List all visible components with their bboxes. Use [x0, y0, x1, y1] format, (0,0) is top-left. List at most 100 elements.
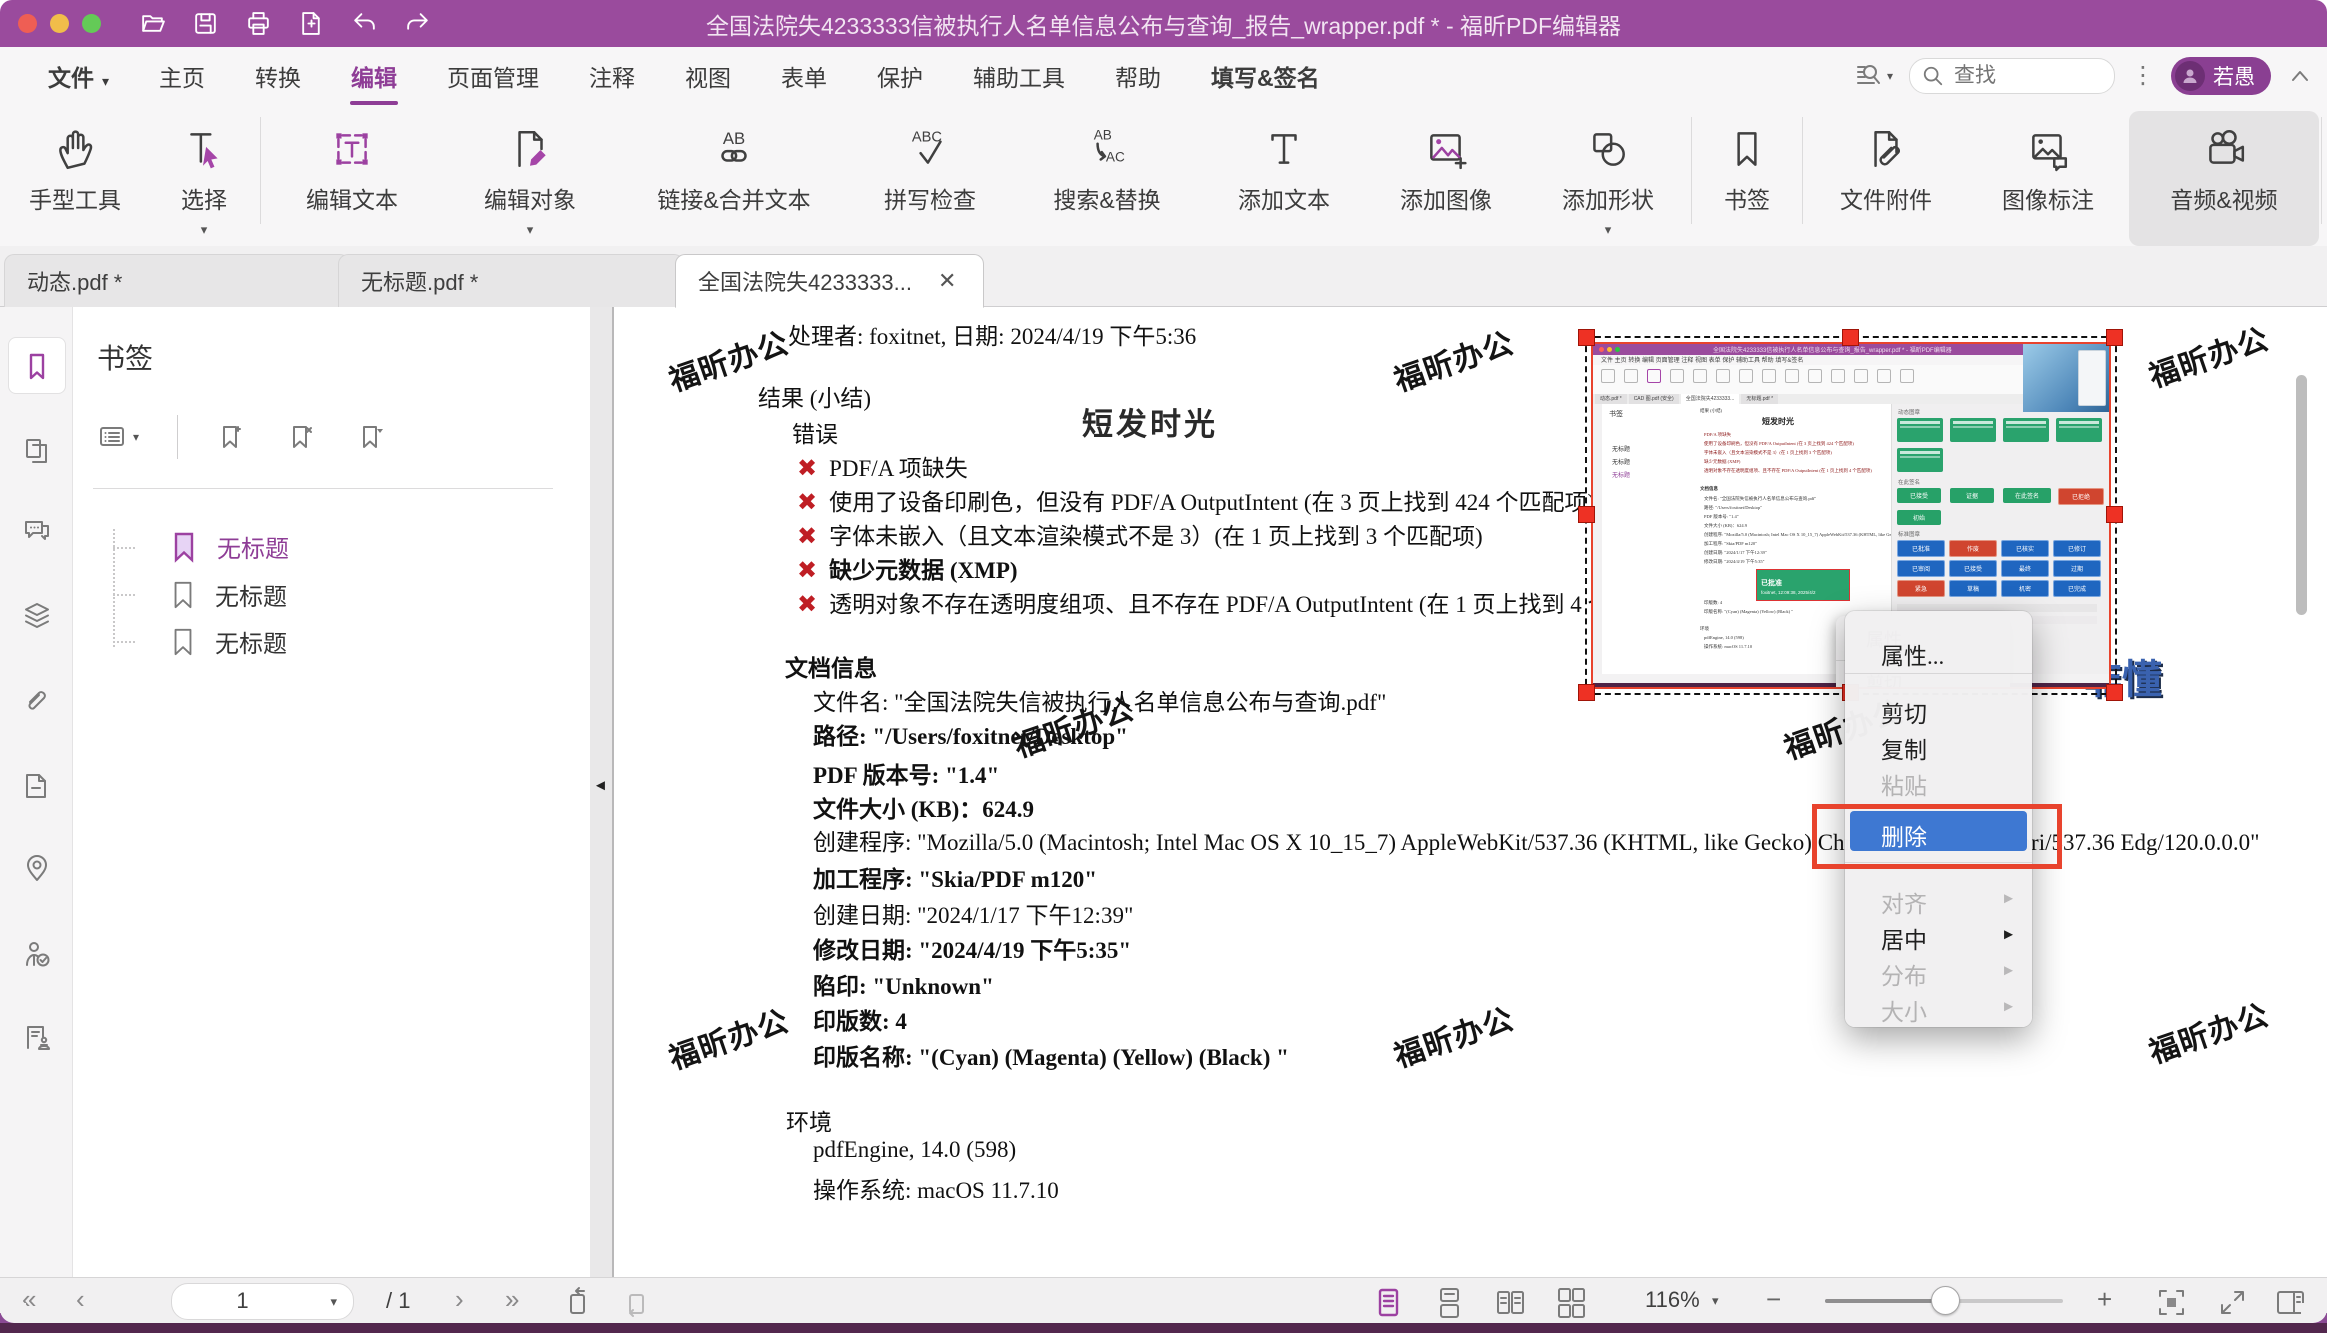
- zoom-out-button[interactable]: −: [1766, 1284, 1781, 1315]
- add-shape-button[interactable]: 添加形状 ▾: [1527, 105, 1689, 246]
- selection-handle[interactable]: [1842, 329, 1859, 346]
- print-icon[interactable]: [245, 10, 272, 37]
- doc-env-heading: 环境: [786, 1103, 832, 1137]
- bookmark-item[interactable]: 无标题: [169, 577, 287, 612]
- search-replace-button[interactable]: ABAC 搜索&替换: [1011, 105, 1203, 246]
- context-menu-center[interactable]: 居中: [1881, 921, 1927, 955]
- menu-comment[interactable]: 注释: [589, 59, 635, 93]
- destinations-panel-icon[interactable]: [21, 852, 53, 884]
- pdf-page[interactable]: 福昕办公 福昕办公 福昕办公 福昕办公 福昕办公 福昕办公 福昕办公 福昕办公 …: [614, 307, 2310, 1277]
- continuous-view-icon[interactable]: [1433, 1286, 1466, 1319]
- bookmark-item-selected[interactable]: 无标题: [169, 529, 289, 564]
- pages-panel-icon[interactable]: [21, 435, 53, 467]
- open-file-icon[interactable]: [139, 10, 166, 37]
- undo-icon[interactable]: [351, 10, 378, 37]
- context-menu-cut[interactable]: 剪切: [1881, 695, 1927, 729]
- hand-tool-button[interactable]: 手型工具: [0, 105, 150, 246]
- menu-fill-sign[interactable]: 填写&签名: [1211, 59, 1320, 93]
- comments-panel-icon[interactable]: [21, 515, 53, 547]
- chevron-down-icon[interactable]: ▾: [1712, 1293, 1719, 1309]
- selection-handle[interactable]: [1578, 684, 1595, 701]
- selection-handle[interactable]: [1578, 329, 1595, 346]
- edit-object-button[interactable]: 编辑对象 ▾: [441, 105, 619, 246]
- chevron-down-icon: ▾: [527, 222, 534, 238]
- previous-view-icon[interactable]: [562, 1286, 594, 1318]
- context-menu-copy[interactable]: 复制: [1881, 731, 1927, 765]
- last-page-button[interactable]: »: [505, 1284, 519, 1315]
- context-menu-delete-highlighted[interactable]: 删除: [1850, 811, 2027, 851]
- facing-view-icon[interactable]: [1494, 1286, 1527, 1319]
- add-bookmark-icon[interactable]: [216, 421, 248, 453]
- menu-home[interactable]: 主页: [159, 59, 205, 93]
- select-tool-button[interactable]: 选择 ▾: [150, 105, 258, 246]
- zoom-in-button[interactable]: +: [2097, 1284, 2112, 1315]
- bookmark-item[interactable]: 无标题: [169, 624, 287, 659]
- layers-panel-icon[interactable]: [21, 600, 53, 632]
- selection-handle[interactable]: [2106, 329, 2123, 346]
- user-account-button[interactable]: 若愚: [2171, 57, 2271, 95]
- facing-continuous-view-icon[interactable]: [1555, 1286, 1588, 1319]
- fields-panel-icon[interactable]: [21, 770, 53, 802]
- advanced-search-icon[interactable]: ▾: [1853, 61, 1893, 91]
- panel-splitter[interactable]: ◄: [590, 307, 614, 1277]
- search-input[interactable]: [1952, 63, 2076, 89]
- collapse-panel-icon[interactable]: ◄: [593, 777, 608, 794]
- zoom-slider-knob[interactable]: [1931, 1286, 1960, 1315]
- context-menu-properties[interactable]: 属性...: [1881, 637, 1944, 671]
- zoom-level[interactable]: 116%: [1645, 1287, 1700, 1313]
- delete-bookmark-icon[interactable]: [286, 421, 318, 453]
- certificates-panel-icon[interactable]: [21, 1022, 53, 1054]
- close-window-button[interactable]: [18, 14, 37, 33]
- image-annotation-button[interactable]: 图像标注: [1967, 105, 2129, 246]
- page-number-input[interactable]: 1 ▾: [171, 1283, 354, 1320]
- bookmarks-panel-tab-active[interactable]: [8, 337, 66, 394]
- previous-page-button[interactable]: ‹: [76, 1284, 85, 1315]
- bookmark-options-icon[interactable]: ▾: [97, 422, 139, 452]
- tab-untitled-pdf[interactable]: 无标题.pdf *: [338, 254, 684, 307]
- navigation-rail: [0, 307, 73, 1277]
- attachments-panel-icon[interactable]: [21, 685, 53, 717]
- minimize-window-button[interactable]: [50, 14, 69, 33]
- next-view-icon[interactable]: [620, 1286, 652, 1318]
- tab-dongtai-pdf[interactable]: 动态.pdf *: [4, 254, 350, 307]
- next-page-button[interactable]: ›: [455, 1284, 464, 1315]
- link-join-text-button[interactable]: AB 链接&合并文本: [619, 105, 849, 246]
- save-icon[interactable]: [192, 10, 219, 37]
- fit-page-icon[interactable]: [2155, 1286, 2188, 1319]
- submenu-arrow-icon: ►: [2001, 963, 2016, 980]
- vertical-scrollbar-thumb[interactable]: [2296, 375, 2307, 615]
- menu-help[interactable]: 帮助: [1115, 59, 1161, 93]
- tab-active-document[interactable]: 全国法院失4233333... ✕: [675, 254, 984, 308]
- fullscreen-icon[interactable]: [2216, 1286, 2249, 1319]
- add-image-button[interactable]: 添加图像: [1365, 105, 1527, 246]
- selection-handle[interactable]: [1578, 506, 1595, 523]
- maximize-window-button[interactable]: [82, 14, 101, 33]
- menu-protect[interactable]: 保护: [877, 59, 923, 93]
- spellcheck-button[interactable]: ABC 拼写检查: [849, 105, 1011, 246]
- menu-form[interactable]: 表单: [781, 59, 827, 93]
- single-page-view-icon-active[interactable]: [1372, 1286, 1405, 1319]
- add-text-button[interactable]: 添加文本: [1203, 105, 1365, 246]
- selection-handle[interactable]: [2106, 684, 2123, 701]
- redo-icon[interactable]: [404, 10, 431, 37]
- close-tab-icon[interactable]: ✕: [938, 268, 956, 294]
- expand-bookmark-icon[interactable]: [356, 421, 388, 453]
- collapse-toolbar-icon[interactable]: [2287, 63, 2313, 89]
- menu-edit-active[interactable]: 编辑: [351, 59, 397, 93]
- menu-convert[interactable]: 转换: [255, 59, 301, 93]
- menu-view[interactable]: 视图: [685, 59, 731, 93]
- doc-handler-line: 处理者: foxitnet, 日期: 2024/4/19 下午5:36: [788, 317, 1196, 351]
- bookmark-button[interactable]: 书签: [1694, 105, 1800, 246]
- new-page-icon[interactable]: [298, 10, 325, 37]
- menu-page-management[interactable]: 页面管理: [447, 59, 539, 93]
- audio-video-button-selected[interactable]: 音频&视频: [2129, 111, 2319, 246]
- menu-accessibility-tools[interactable]: 辅助工具: [973, 59, 1065, 93]
- search-box[interactable]: [1909, 58, 2115, 94]
- signatures-panel-icon[interactable]: [21, 939, 53, 971]
- edit-text-button[interactable]: 编辑文本: [263, 105, 441, 246]
- more-options-icon[interactable]: ⋮: [2131, 64, 2155, 88]
- selection-handle[interactable]: [2106, 506, 2123, 523]
- menu-file[interactable]: 文件▾: [48, 59, 109, 93]
- file-attachment-button[interactable]: 文件附件: [1805, 105, 1967, 246]
- doc-info-line: 加工程序: "Skia/PDF m120": [813, 860, 1097, 894]
